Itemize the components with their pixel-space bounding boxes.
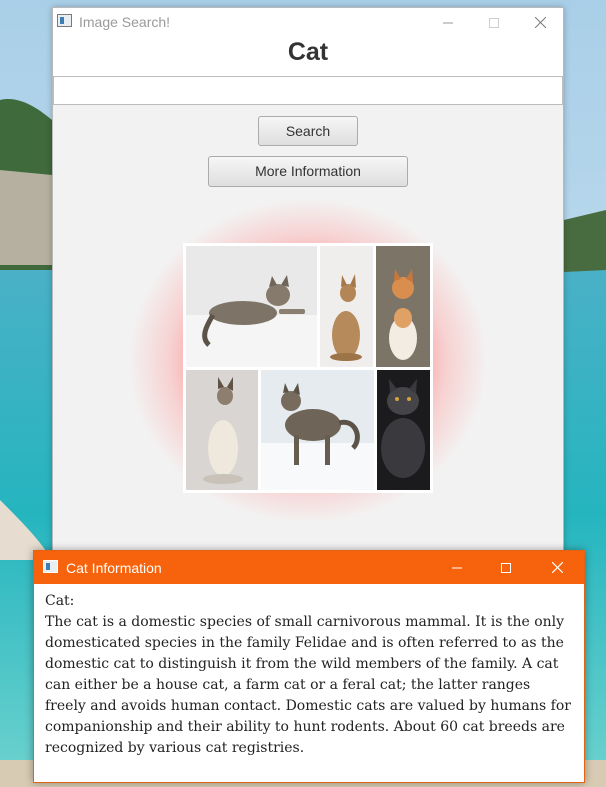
minimize-icon bbox=[452, 567, 462, 568]
info-titlebar[interactable]: Cat Information bbox=[34, 551, 584, 584]
close-button[interactable] bbox=[517, 8, 563, 37]
maximize-button[interactable] bbox=[471, 8, 517, 37]
info-label: Cat: bbox=[45, 593, 75, 609]
image-search-window: Image Search! Cat Search More Informatio… bbox=[52, 7, 564, 555]
close-icon bbox=[534, 17, 546, 28]
app-window-icon bbox=[57, 14, 72, 27]
maximize-icon bbox=[501, 562, 511, 573]
cat-image bbox=[183, 243, 433, 493]
info-window-icon bbox=[43, 560, 58, 573]
main-window-title: Image Search! bbox=[79, 14, 171, 30]
minimize-icon bbox=[443, 22, 453, 23]
info-maximize-button[interactable] bbox=[483, 551, 529, 584]
result-heading: Cat bbox=[53, 36, 563, 76]
info-window-title: Cat Information bbox=[66, 560, 162, 576]
cat-information-window: Cat Information Cat: The cat is a domest… bbox=[33, 550, 585, 783]
main-titlebar[interactable]: Image Search! bbox=[53, 8, 563, 37]
search-input[interactable] bbox=[53, 76, 563, 105]
info-description: The cat is a domestic species of small c… bbox=[45, 614, 571, 756]
close-icon bbox=[551, 562, 563, 573]
info-text-area: Cat: The cat is a domestic species of sm… bbox=[45, 591, 575, 759]
maximize-icon bbox=[489, 17, 499, 28]
info-close-button[interactable] bbox=[534, 551, 580, 584]
minimize-button[interactable] bbox=[425, 8, 471, 37]
search-button[interactable]: Search bbox=[258, 116, 358, 146]
info-minimize-button[interactable] bbox=[434, 551, 480, 584]
